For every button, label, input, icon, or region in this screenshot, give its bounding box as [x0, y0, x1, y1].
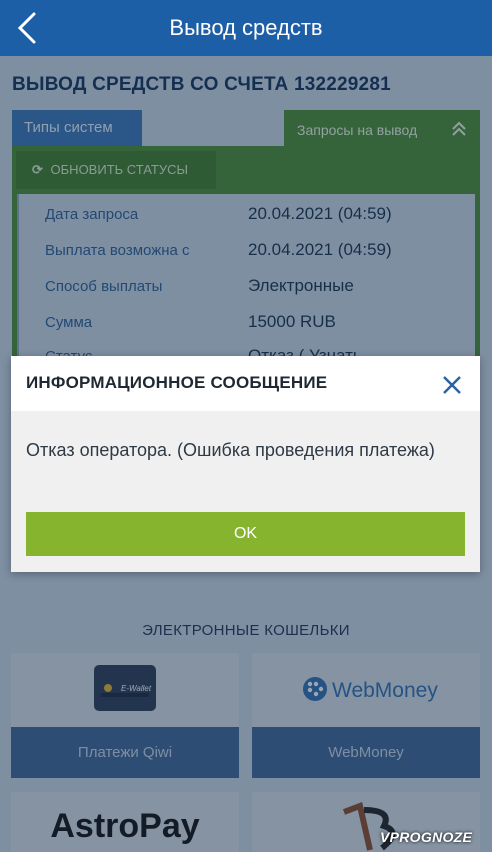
close-icon — [443, 376, 461, 394]
ok-button[interactable]: OK — [26, 512, 465, 556]
dialog-header: ИНФОРМАЦИОННОЕ СООБЩЕНИЕ — [11, 356, 480, 411]
info-dialog: ИНФОРМАЦИОННОЕ СООБЩЕНИЕ Отказ оператора… — [11, 356, 480, 572]
dialog-close-button[interactable] — [439, 372, 465, 398]
dialog-message: Отказ оператора. (Ошибка проведения плат… — [26, 440, 435, 460]
dialog-title: ИНФОРМАЦИОННОЕ СООБЩЕНИЕ — [26, 373, 328, 392]
header-title: Вывод средств — [169, 15, 323, 40]
watermark: VPROGNOZE — [380, 829, 473, 845]
app-header: Вывод средств — [0, 0, 492, 56]
